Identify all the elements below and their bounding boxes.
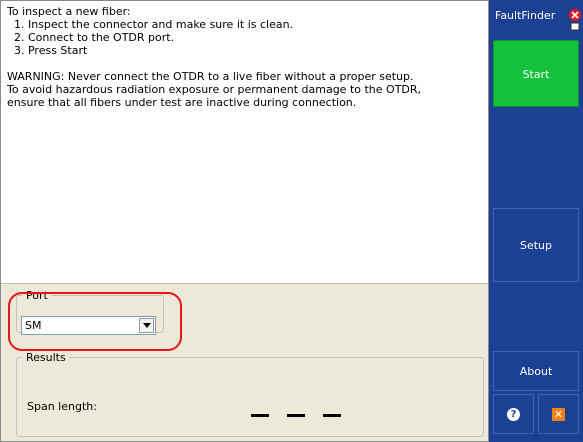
results-group: Results Span length: — [16, 351, 484, 437]
instruction-line: 3. Press Start — [7, 44, 88, 57]
close-icon[interactable] — [567, 8, 583, 32]
start-button[interactable]: Start — [493, 40, 579, 107]
warning-line: To avoid hazardous radiation exposure or… — [7, 83, 422, 96]
app-title: FaultFinder — [495, 9, 556, 22]
span-length-label: Span length: — [27, 400, 97, 413]
instruction-line: 2. Connect to the OTDR port. — [7, 31, 175, 44]
main-panel: To inspect a new fiber: 1. Inspect the c… — [0, 0, 489, 442]
warning-line: WARNING: Never connect the OTDR to a liv… — [7, 70, 414, 83]
setup-button[interactable]: Setup — [493, 208, 579, 282]
results-legend: Results — [26, 351, 66, 364]
warning-line: ensure that all fibers under test are in… — [7, 96, 357, 109]
dash-placeholder — [251, 414, 269, 417]
exit-icon: ✕ — [552, 408, 565, 421]
instruction-spacer — [7, 57, 488, 70]
settings-area: Port SM Results Span length: — [1, 284, 488, 441]
exit-button[interactable]: ✕ — [538, 394, 579, 434]
sidebar: FaultFinder Start Setup About ? ✕ — [489, 0, 583, 442]
instructions-area: To inspect a new fiber: 1. Inspect the c… — [1, 1, 488, 284]
dash-placeholder — [287, 414, 305, 417]
help-button[interactable]: ? — [493, 394, 534, 434]
span-length-value — [251, 407, 359, 420]
instruction-line: 1. Inspect the connector and make sure i… — [7, 18, 294, 31]
instruction-line: To inspect a new fiber: — [7, 5, 131, 18]
dash-placeholder — [323, 414, 341, 417]
help-icon: ? — [507, 408, 520, 421]
about-button[interactable]: About — [493, 351, 579, 391]
port-highlight-annotation — [8, 292, 182, 351]
